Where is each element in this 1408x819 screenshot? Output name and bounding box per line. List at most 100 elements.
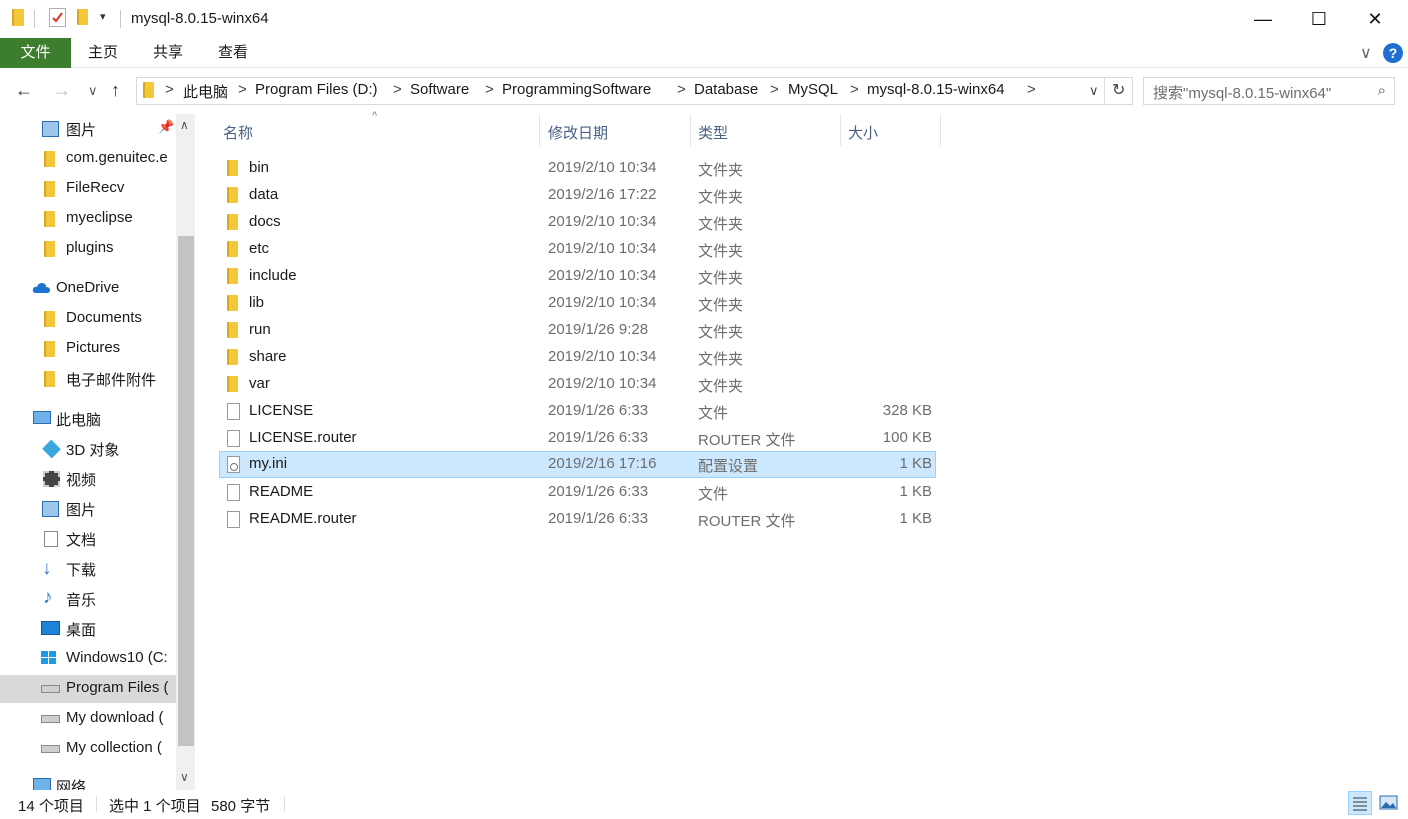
breadcrumb-programming-software[interactable]: ProgrammingSoftware (502, 81, 651, 98)
breadcrumb-separator[interactable]: > (850, 81, 859, 98)
breadcrumb-database[interactable]: Database (694, 81, 758, 98)
up-button[interactable]: ↑ (111, 80, 120, 101)
breadcrumb-separator[interactable]: > (770, 81, 779, 98)
address-bar[interactable]: > 此电脑 > Program Files (D:) > Software > … (136, 77, 1133, 105)
pictures-icon (42, 121, 59, 137)
minimize-button[interactable]: — (1235, 0, 1291, 38)
selection-size: 580 字节 (211, 798, 271, 815)
sidebar-item-myeclipse[interactable]: myeclipse (0, 205, 178, 233)
file-date: 2019/2/10 10:34 (548, 213, 657, 230)
sidebar-item-this-pc[interactable]: 此电脑 (0, 405, 178, 433)
breadcrumb-program-files[interactable]: Program Files (D:) (255, 81, 378, 98)
tab-file[interactable]: 文件 (0, 38, 71, 68)
close-button[interactable]: ✕ (1347, 0, 1403, 38)
breadcrumb-separator[interactable]: > (677, 81, 686, 98)
file-type: 文件夹 (698, 162, 744, 179)
file-row[interactable]: share 2019/2/10 10:34 文件夹 (219, 344, 936, 371)
file-name: include (249, 267, 297, 284)
breadcrumb-separator[interactable]: > (238, 81, 247, 98)
file-row[interactable]: LICENSE.router 2019/1/26 6:33 ROUTER 文件 … (219, 425, 936, 452)
sidebar-item-filerecv[interactable]: FileRecv (0, 175, 178, 203)
file-type: 文件夹 (698, 189, 744, 206)
column-divider[interactable] (840, 114, 841, 146)
file-row[interactable]: data 2019/2/16 17:22 文件夹 (219, 182, 936, 209)
breadcrumb-separator[interactable]: > (1027, 81, 1036, 98)
scroll-down-button[interactable]: ∨ (180, 770, 189, 784)
column-header-size[interactable]: 大小 (848, 122, 878, 143)
properties-icon[interactable] (49, 8, 66, 27)
file-row[interactable]: etc 2019/2/10 10:34 文件夹 (219, 236, 936, 263)
sidebar-item-my-collection-drive[interactable]: My collection ( (0, 735, 178, 763)
file-icon (227, 430, 240, 447)
file-row[interactable]: bin 2019/2/10 10:34 文件夹 (219, 155, 936, 182)
tab-view[interactable]: 查看 (210, 38, 256, 68)
3d-objects-icon (42, 439, 61, 459)
file-row-selected[interactable]: my.ini 2019/2/16 17:16 配置设置 1 KB (219, 451, 936, 478)
file-type: 文件夹 (698, 243, 744, 260)
sidebar-item-documents[interactable]: Documents (0, 305, 178, 333)
column-header-date[interactable]: 修改日期 (548, 122, 608, 143)
back-button[interactable]: ← (15, 80, 33, 101)
help-icon[interactable]: ? (1383, 43, 1403, 63)
breadcrumb-current-folder[interactable]: mysql-8.0.15-winx64 (867, 81, 1005, 98)
sidebar-item-music[interactable]: ♪ 音乐 (0, 585, 178, 613)
tab-share[interactable]: 共享 (145, 38, 191, 68)
tab-home[interactable]: 主页 (80, 38, 126, 68)
sidebar-item-downloads[interactable]: ↓ 下载 (0, 555, 178, 583)
file-row[interactable]: var 2019/2/10 10:34 文件夹 (219, 371, 936, 398)
pictures-icon (42, 501, 59, 517)
sidebar-item-windows10-drive[interactable]: Windows10 (C: (0, 645, 178, 673)
large-icons-view-button[interactable] (1377, 791, 1401, 815)
sidebar-item-documents-library[interactable]: 文档 (0, 525, 178, 553)
column-header-name[interactable]: 名称 (223, 122, 253, 143)
sidebar-item-program-files-drive[interactable]: Program Files ( (0, 675, 176, 703)
breadcrumb-mysql[interactable]: MySQL (788, 81, 838, 98)
file-row[interactable]: docs 2019/2/10 10:34 文件夹 (219, 209, 936, 236)
sidebar-item-3d-objects[interactable]: 3D 对象 (0, 435, 178, 463)
breadcrumb-separator[interactable]: > (485, 81, 494, 98)
drive-icon (41, 685, 60, 693)
sidebar-item-onedrive[interactable]: OneDrive (0, 275, 178, 303)
search-input[interactable]: 搜索"mysql-8.0.15-winx64" ⌕ (1143, 77, 1395, 105)
sidebar-item-com-genuitec[interactable]: com.genuitec.e (0, 145, 178, 173)
file-row[interactable]: README.router 2019/1/26 6:33 ROUTER 文件 1… (219, 506, 936, 533)
refresh-icon[interactable]: ↻ (1112, 80, 1125, 100)
sidebar-item-my-download-drive[interactable]: My download ( (0, 705, 178, 733)
file-row[interactable]: lib 2019/2/10 10:34 文件夹 (219, 290, 936, 317)
maximize-button[interactable]: ☐ (1291, 0, 1347, 38)
divider (34, 10, 35, 28)
details-view-button[interactable] (1348, 791, 1372, 815)
column-divider[interactable] (940, 114, 941, 146)
sidebar-item-email-attachments[interactable]: 电子邮件附件 (0, 365, 178, 393)
breadcrumb-separator[interactable]: > (165, 81, 174, 98)
column-divider[interactable] (539, 114, 540, 146)
customize-quick-access-icon[interactable]: ▾ (100, 10, 106, 30)
forward-button[interactable]: → (53, 80, 71, 101)
file-row[interactable]: README 2019/1/26 6:33 文件 1 KB (219, 479, 936, 506)
breadcrumb-this-pc[interactable]: 此电脑 (183, 81, 228, 102)
sidebar-item-plugins[interactable]: plugins (0, 235, 178, 263)
scroll-up-button[interactable]: ∧ (180, 118, 189, 132)
search-icon[interactable]: ⌕ (1378, 82, 1386, 99)
file-type: 文件夹 (698, 270, 744, 287)
sidebar-scrollbar-thumb[interactable] (178, 236, 194, 746)
sidebar-item-videos[interactable]: 视频 (0, 465, 178, 493)
address-dropdown-icon[interactable]: ∨ (1089, 83, 1099, 99)
sidebar-item-pictures[interactable]: Pictures (0, 335, 178, 363)
file-size: 1 KB (899, 510, 932, 527)
breadcrumb-software[interactable]: Software (410, 81, 469, 98)
file-name: run (249, 321, 271, 338)
new-folder-icon[interactable] (77, 9, 88, 25)
sidebar-item-desktop[interactable]: 桌面 (0, 615, 178, 643)
file-row[interactable]: run 2019/1/26 9:28 文件夹 (219, 317, 936, 344)
column-divider[interactable] (690, 114, 691, 146)
column-header-type[interactable]: 类型 (698, 122, 728, 143)
expand-ribbon-icon[interactable]: ∨ (1360, 43, 1372, 63)
sidebar-item-pictures-library[interactable]: 图片 (0, 495, 178, 523)
breadcrumb-separator[interactable]: > (393, 81, 402, 98)
file-row[interactable]: include 2019/2/10 10:34 文件夹 (219, 263, 936, 290)
sidebar-item-network[interactable]: 网络 (0, 772, 178, 790)
file-row[interactable]: LICENSE 2019/1/26 6:33 文件 328 KB (219, 398, 936, 425)
sidebar-item-pictures-pinned[interactable]: 图片 📌 (0, 115, 178, 143)
recent-locations-button[interactable]: ∨ (88, 83, 98, 99)
